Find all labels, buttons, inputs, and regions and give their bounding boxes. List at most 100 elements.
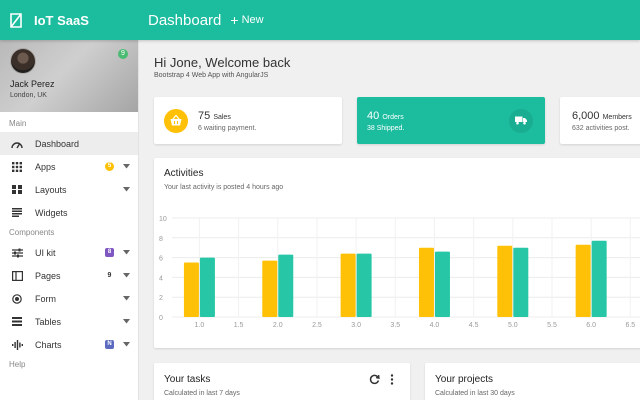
x-tick-label: 2.5	[312, 322, 322, 329]
avatar[interactable]	[10, 48, 36, 74]
chevron-down-icon	[122, 186, 130, 194]
brand-logo-icon	[10, 12, 24, 28]
members-stat-card[interactable]: 6,000 Members 632 activities post.	[560, 97, 640, 144]
members-stat-line: 6,000 Members	[572, 110, 632, 122]
bar-series-2	[278, 254, 294, 317]
pages-count-badge: 9	[107, 272, 112, 279]
sidebar-item-label: Pages	[35, 270, 61, 281]
bar-series-1	[497, 245, 513, 317]
sidebar-item-label: UI kit	[35, 247, 56, 258]
sales-stat-card[interactable]: 75 Sales 6 waiting payment.	[154, 97, 342, 144]
y-tick-label: 2	[159, 295, 163, 302]
pages-icon	[11, 270, 23, 282]
apps-count-badge: 5	[105, 162, 114, 171]
x-tick-label: 6.0	[586, 322, 596, 329]
dashboard-icon	[11, 138, 23, 150]
layouts-icon	[11, 184, 23, 196]
brand[interactable]: IoT SaaS	[0, 0, 139, 40]
widgets-icon	[11, 207, 23, 219]
tasks-toolbar	[362, 373, 398, 385]
top-navbar: IoT SaaS Dashboard + New	[0, 0, 640, 40]
sidebar-item-label: Widgets	[35, 207, 68, 218]
more-vertical-icon[interactable]	[386, 373, 398, 385]
sidebar-item-label: Dashboard	[35, 138, 80, 149]
radio-icon	[11, 293, 23, 305]
sidebar-item-charts[interactable]: Charts N	[0, 333, 138, 356]
welcome-heading: Hi Jone, Welcome back	[154, 55, 291, 70]
y-tick-label: 8	[159, 236, 163, 243]
y-tick-label: 4	[159, 275, 163, 282]
tasks-card: Your tasks Calculated in last 7 days	[154, 363, 410, 400]
sales-stat-line: 75 Sales	[198, 110, 256, 122]
projects-title: Your projects	[435, 374, 493, 385]
activities-bar-chart: 0 2 4 6 8 10 1.0 1.5 2.0 2.5 3.0 3.5 4.0 4.5 5.0 5.5 6.0…	[159, 216, 640, 329]
x-tick-label: 4.5	[469, 322, 479, 329]
bar-series-1	[262, 260, 278, 317]
orders-stat-line: 40 Orders	[367, 110, 404, 122]
bar-series-2	[356, 253, 372, 317]
chevron-down-icon	[122, 318, 130, 326]
activities-subtitle: Your last activity is posted 4 hours ago	[164, 184, 284, 191]
orders-stat-text: 40 Orders 38 Shipped.	[367, 110, 404, 132]
bar-series-1	[575, 244, 591, 317]
sidebar-item-label: Layouts	[35, 184, 67, 195]
members-unit: Members	[602, 113, 632, 121]
members-subtext: 632 activities post.	[572, 124, 630, 132]
section-label-components: Components	[9, 228, 55, 237]
refresh-icon[interactable]	[368, 373, 380, 385]
basket-icon	[164, 108, 188, 133]
sidebar-item-label: Tables	[35, 316, 62, 327]
y-tick-label: 0	[159, 315, 163, 322]
members-stat-text: 6,000 Members 632 activities post.	[572, 110, 632, 132]
x-tick-label: 5.5	[547, 322, 557, 329]
sidebar-item-label: Apps	[35, 161, 56, 172]
sidebar-item-label: Charts	[35, 339, 62, 350]
new-button[interactable]: + New	[230, 13, 263, 27]
brand-name: IoT SaaS	[34, 12, 89, 28]
profile-card[interactable]: 9 Jack Perez London, UK	[0, 40, 138, 112]
charts-new-badge: N	[105, 340, 114, 349]
chevron-down-icon	[122, 272, 130, 280]
bar-series-1	[183, 262, 199, 317]
x-tick-label: 1.0	[195, 322, 205, 329]
projects-header: Your projects Calculated in last 30 days	[435, 374, 515, 397]
sidebar-item-widgets[interactable]: Widgets	[0, 201, 138, 224]
profile-badge: 9	[118, 49, 128, 59]
sliders-icon	[11, 247, 23, 259]
sidebar-item-layouts[interactable]: Layouts	[0, 178, 138, 201]
chevron-down-icon	[122, 295, 130, 303]
sales-unit: Sales	[213, 113, 231, 121]
orders-stat-card[interactable]: 40 Orders 38 Shipped.	[357, 97, 545, 144]
sidebar-item-apps[interactable]: Apps 5	[0, 155, 138, 178]
user-name: Jack Perez	[10, 79, 55, 89]
y-tick-label: 10	[159, 216, 167, 223]
section-label-main: Main	[9, 119, 27, 128]
user-location: London, UK	[10, 92, 47, 99]
bar-series-1	[418, 247, 434, 317]
orders-value: 40	[367, 109, 380, 122]
truck-icon	[509, 108, 533, 133]
sidebar-item-form[interactable]: Form	[0, 287, 138, 310]
plus-icon: +	[230, 12, 239, 28]
sidebar-item-pages[interactable]: Pages 9	[0, 264, 138, 287]
x-tick-label: 1.5	[234, 322, 244, 329]
sidebar-item-ui-kit[interactable]: UI kit 8	[0, 241, 138, 264]
bar-series-1	[340, 253, 356, 317]
sales-stat-text: 75 Sales 6 waiting payment.	[198, 110, 256, 132]
projects-card: Your projects Calculated in last 30 days	[425, 363, 640, 400]
chevron-down-icon	[122, 341, 130, 349]
sidebar-item-tables[interactable]: Tables	[0, 310, 138, 333]
activities-card: Activities Your last activity is posted …	[154, 158, 640, 348]
chevron-down-icon	[122, 163, 130, 171]
bar-series-2	[513, 247, 529, 317]
bar-series-2	[434, 251, 450, 317]
x-tick-label: 4.0	[430, 322, 440, 329]
tasks-header: Your tasks Calculated in last 7 days	[164, 374, 240, 397]
y-tick-label: 6	[159, 256, 163, 263]
sidebar-item-dashboard[interactable]: Dashboard	[0, 132, 138, 155]
chart-icon	[11, 339, 23, 351]
ui-kit-count-badge: 8	[105, 248, 114, 257]
sales-subtext: 6 waiting payment.	[198, 124, 257, 132]
section-label-help: Help	[9, 360, 26, 369]
orders-unit: Orders	[382, 113, 404, 121]
